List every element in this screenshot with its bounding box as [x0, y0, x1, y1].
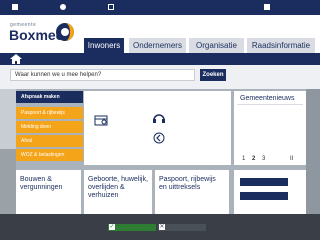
settings-icon[interactable] — [108, 4, 114, 10]
card-bouwen[interactable]: Bouwen & vergunningen — [16, 170, 81, 214]
quick-link-paspoort[interactable]: Paspoort & rijbewijs — [16, 107, 83, 119]
card-paspoort-label: Paspoort, rijbewijs en uittreksels — [159, 176, 216, 191]
news-panel — [234, 91, 306, 165]
home-icon[interactable] — [9, 53, 23, 65]
helpdesk-icon[interactable] — [152, 113, 166, 125]
card-bar[interactable] — [240, 192, 288, 200]
top-utility-bar — [0, 0, 320, 15]
news-page-2[interactable]: 2 — [252, 156, 255, 162]
news-page-3[interactable]: 3 — [262, 156, 265, 162]
check-icon: ✓ — [109, 224, 115, 230]
tab-organisatie[interactable]: Organisatie — [189, 38, 244, 53]
mail-icon[interactable] — [264, 4, 270, 10]
card-bouwen-label: Bouwen & vergunningen — [20, 176, 63, 191]
nav-band — [0, 53, 320, 65]
news-title: Gemeentenieuws — [240, 95, 295, 102]
quick-link-melding[interactable]: Melding doen — [16, 121, 83, 133]
search-button[interactable]: Zoeken — [200, 69, 226, 81]
quick-link-woz[interactable]: WOZ & belastingen — [16, 149, 83, 161]
close-icon: ✕ — [159, 224, 165, 230]
news-pause-button[interactable]: II — [290, 156, 293, 162]
card-bar[interactable] — [240, 178, 288, 186]
calendar-icon[interactable] — [94, 114, 108, 126]
contrast-icon[interactable] — [60, 4, 66, 10]
news-page-1[interactable]: 1 — [242, 156, 245, 162]
card-geboorte-label: Geboorte, huwelijk, overlijden & verhuiz… — [88, 176, 148, 199]
search-input[interactable]: Waar kunnen we u mee helpen? — [10, 69, 195, 81]
logo-icon — [56, 23, 74, 41]
accept-button[interactable] — [108, 224, 156, 231]
tab-inwoners[interactable]: Inwoners — [84, 38, 124, 53]
quick-link-afval[interactable]: Afval — [16, 135, 83, 147]
decline-button[interactable] — [158, 224, 206, 231]
translate-icon[interactable] — [12, 4, 18, 10]
card-geboorte[interactable]: Geboorte, huwelijk, overlijden & verhuiz… — [84, 170, 152, 214]
news-divider — [237, 104, 303, 105]
tab-ondernemers[interactable]: Ondernemers — [129, 38, 186, 53]
tab-raadsinformatie[interactable]: Raadsinformatie — [247, 38, 315, 53]
card-paspoort[interactable]: Paspoort, rijbewijs en uittreksels — [155, 170, 229, 214]
quick-link-afspraak[interactable]: Afspraak maken — [16, 91, 83, 103]
quick-panel — [84, 91, 231, 165]
back-arrow-icon[interactable] — [153, 132, 165, 144]
